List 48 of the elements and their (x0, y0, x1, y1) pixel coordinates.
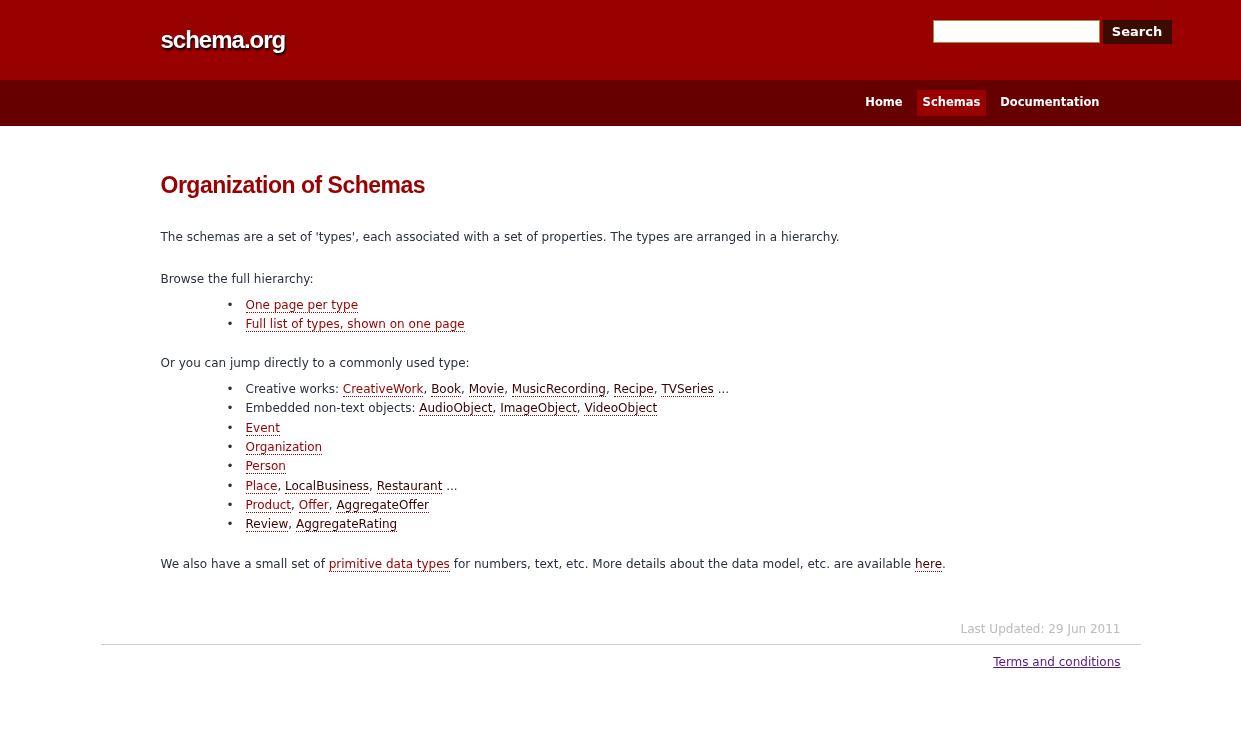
bullet: • (226, 477, 235, 495)
link[interactable]: ImageObject (500, 401, 577, 417)
link[interactable]: AudioObject (419, 401, 493, 417)
bullet: • (226, 296, 235, 314)
link[interactable]: here (915, 556, 943, 572)
link[interactable]: Review (245, 517, 289, 533)
nav-tab[interactable]: Schemas (916, 90, 987, 116)
link[interactable]: AggregateRating (295, 517, 398, 533)
bullet: • (226, 496, 235, 514)
section-label: Browse the full hierarchy: (160, 270, 315, 288)
link[interactable]: Book (431, 382, 461, 398)
link[interactable]: AggregateOffer (336, 497, 429, 513)
link[interactable]: TVSeries (661, 382, 714, 398)
bullet: • (226, 381, 235, 399)
bullet: • (226, 439, 235, 457)
link[interactable]: VideoObject (584, 401, 658, 417)
link[interactable]: primitive data types (328, 556, 450, 572)
bullet: • (226, 419, 235, 437)
intro-text: The schemas are a set of 'types', each associated with a set of properties. The types are arranged in a hierarchy. (160, 228, 841, 246)
link[interactable]: Event (245, 420, 280, 436)
link[interactable]: Recipe (613, 382, 654, 398)
list-item-text: Product, Offer, AggregateOffer (245, 496, 429, 515)
search-button[interactable]: Search (1102, 20, 1172, 44)
list-item-text: Creative works: CreativeWork, Book, Movie, MusicRecording, Recipe, TVSeries ... (245, 381, 730, 400)
page-title: Organization of Schemas (160, 172, 427, 200)
section-label: Or you can jump directly to a commonly used type: (160, 355, 471, 373)
link[interactable]: Organization (245, 440, 323, 456)
search-field[interactable] (932, 20, 1100, 43)
nav-tab[interactable]: Home (859, 90, 909, 116)
closing-text: We also have a small set of primitive data types for numbers, text, etc. More details about the data model, etc. are available here. (160, 555, 947, 574)
nav-tab[interactable]: Documentation (994, 90, 1106, 116)
link[interactable]: Restaurant (376, 478, 443, 494)
link[interactable]: Person (245, 459, 286, 475)
link[interactable]: Offer (298, 497, 329, 513)
last-updated-text: Last Updated: 29 Jun 2011 (960, 621, 1121, 636)
list-item-text: Review, AggregateRating (245, 516, 398, 535)
link[interactable]: MusicRecording (511, 382, 606, 398)
list-item-text: Embedded non-text objects: AudioObject, ImageObject, VideoObject (245, 400, 658, 419)
terms-link[interactable]: Terms and conditions (993, 654, 1121, 669)
link[interactable]: One page per type (245, 297, 359, 313)
bullet: • (226, 516, 235, 534)
site-logo[interactable]: schema.org (160, 0, 286, 58)
bullet: • (226, 315, 235, 333)
list-item-text: Place, LocalBusiness, Restaurant ... (245, 477, 458, 496)
link[interactable]: Movie (468, 382, 505, 398)
link[interactable]: Full list of types, shown on one page (245, 316, 465, 332)
bullet: • (226, 458, 235, 476)
bullet: • (226, 400, 235, 418)
